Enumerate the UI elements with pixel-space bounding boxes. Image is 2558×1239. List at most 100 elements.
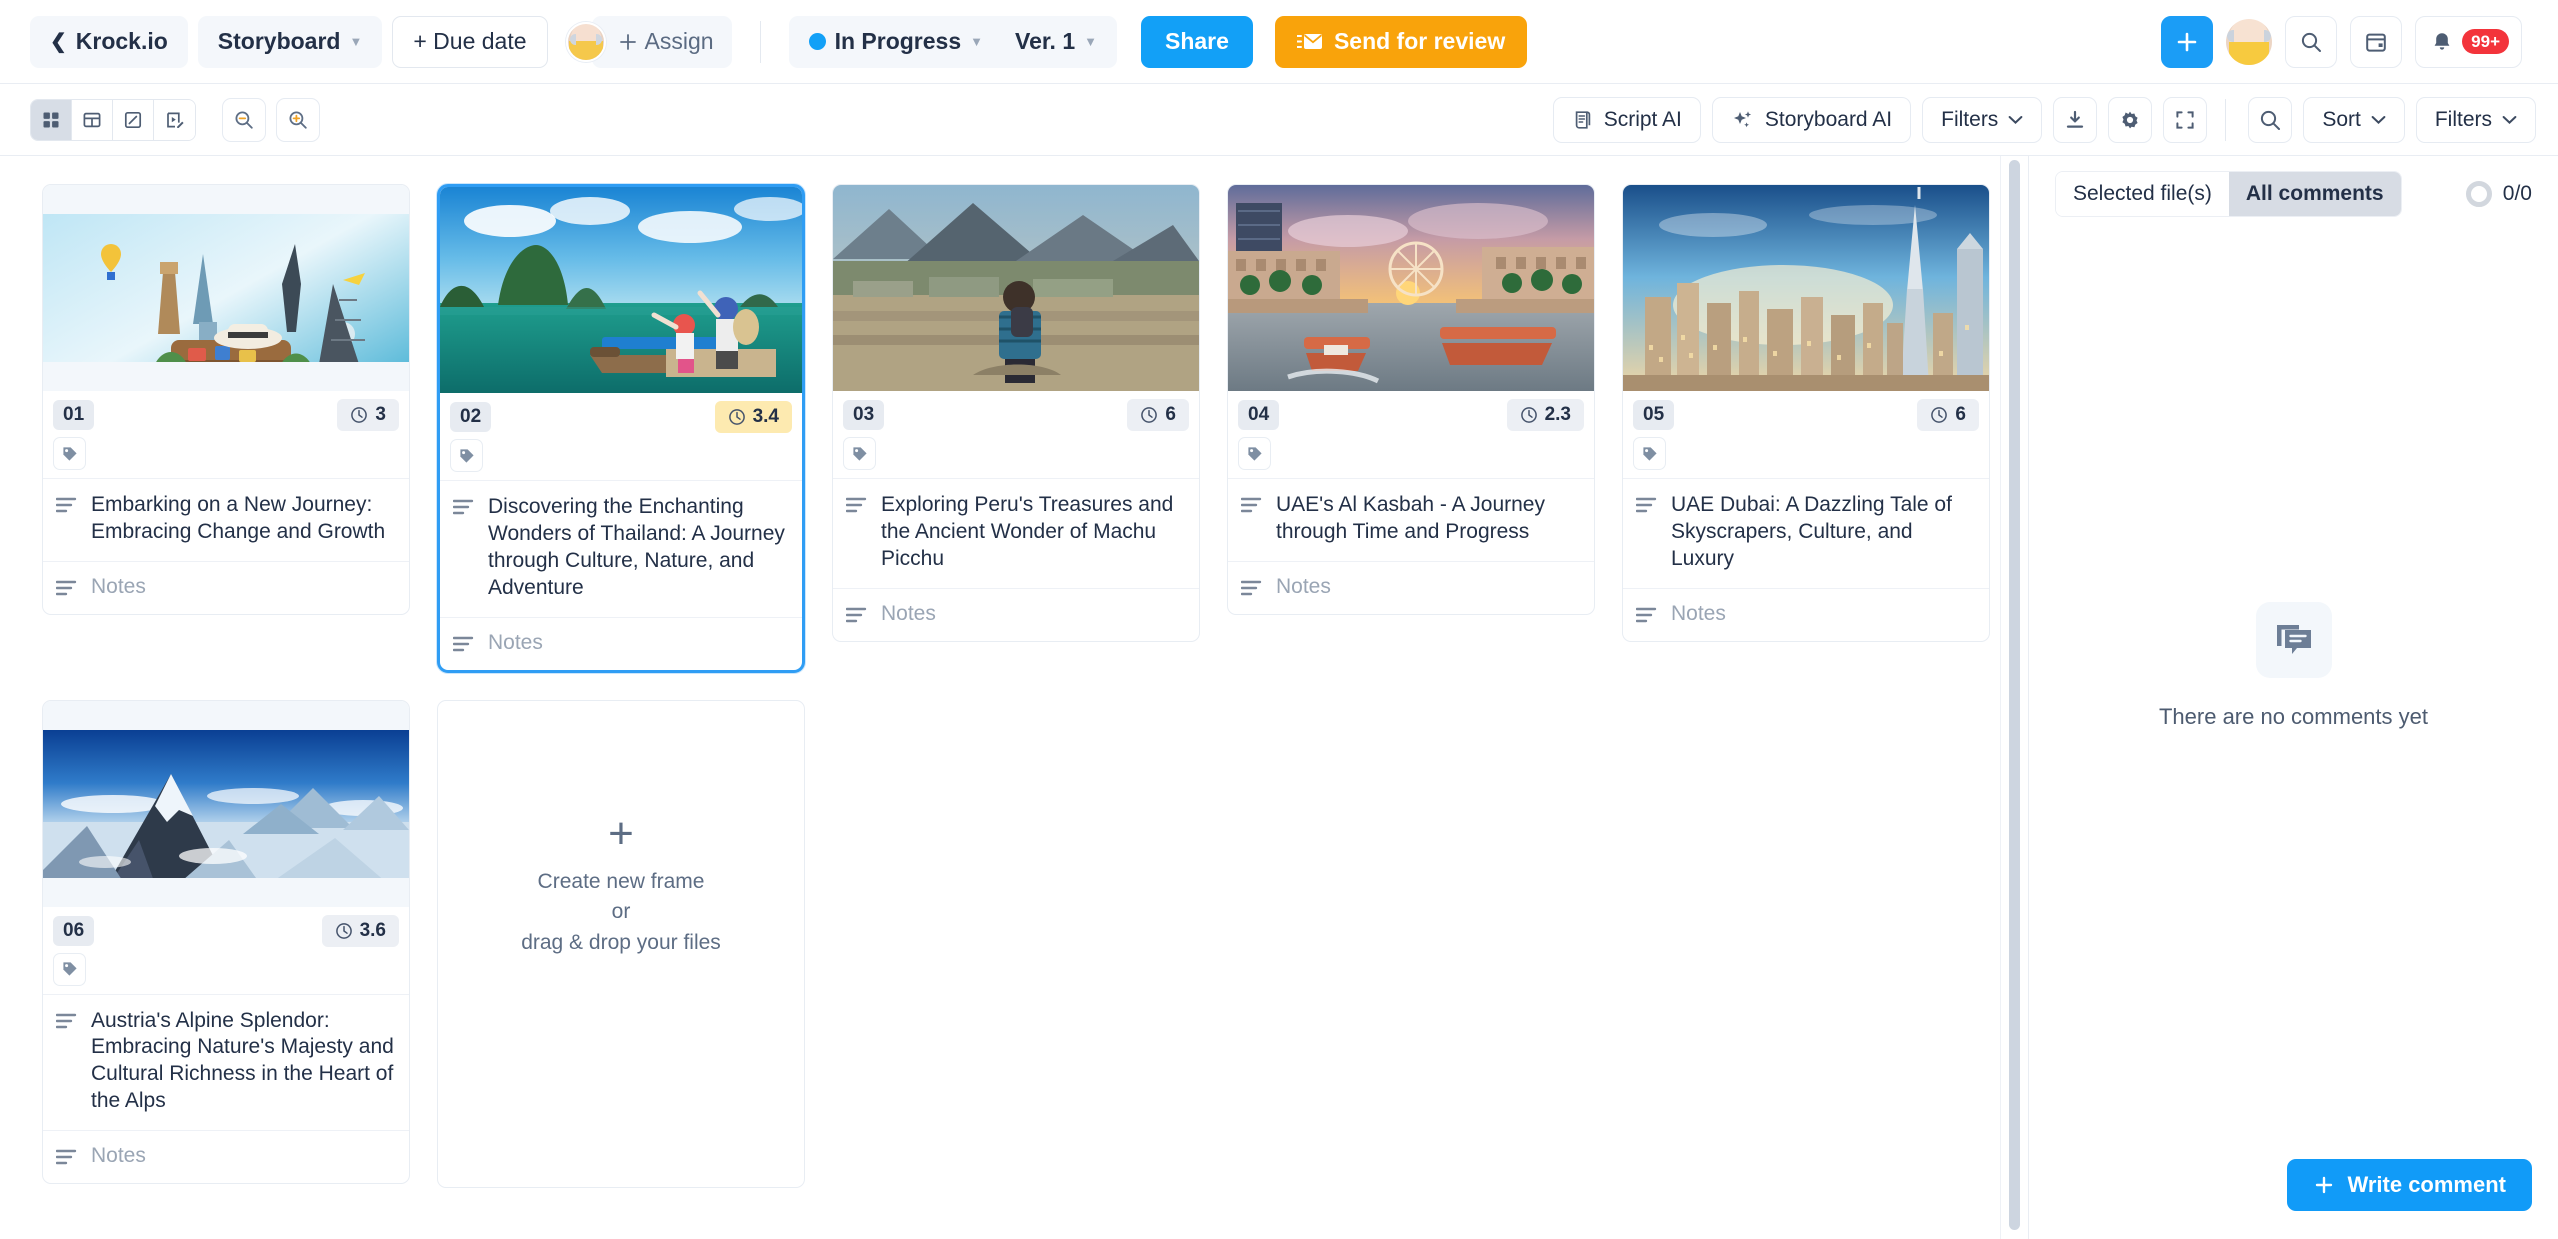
sort-label: Sort bbox=[2322, 107, 2361, 131]
script-ai-button[interactable]: Script AI bbox=[1552, 96, 1701, 143]
assign-button[interactable]: Assign bbox=[591, 15, 732, 68]
frame-thumbnail[interactable] bbox=[1228, 185, 1594, 391]
text-lines-icon bbox=[453, 499, 474, 515]
view-table-button[interactable] bbox=[72, 99, 113, 140]
due-date-button[interactable]: + Due date bbox=[392, 15, 548, 68]
frame-tag-button[interactable] bbox=[53, 437, 86, 470]
project-name-dropdown[interactable]: Storyboard ▼ bbox=[197, 15, 383, 68]
frame-duration-badge[interactable]: 2.3 bbox=[1506, 399, 1584, 431]
frame-duration-badge[interactable]: 6 bbox=[1127, 399, 1189, 431]
frame-title-row[interactable]: UAE's Al Kasbah - A Journey through Time… bbox=[1228, 479, 1594, 562]
frame-card[interactable]: 02 3.4 Discovering the Enchanting Wonder… bbox=[437, 184, 805, 673]
view-edit-button[interactable] bbox=[113, 99, 154, 140]
frame-card[interactable]: 04 2.3 UAE's Al Kasbah - A Journey throu… bbox=[1227, 184, 1595, 615]
add-button[interactable] bbox=[2161, 15, 2214, 68]
dropzone-line3: drag & drop your files bbox=[521, 930, 721, 954]
search-button[interactable] bbox=[2285, 15, 2338, 68]
view-grid-button[interactable] bbox=[31, 99, 72, 140]
send-for-review-button[interactable]: Send for review bbox=[1274, 15, 1528, 68]
frame-card[interactable]: 01 3 Embarking on a New Journey: Embraci… bbox=[42, 184, 410, 615]
frame-tag-button[interactable] bbox=[1238, 437, 1271, 470]
clock-icon bbox=[1931, 407, 1948, 423]
frame-duration-badge[interactable]: 3.6 bbox=[321, 914, 399, 947]
tag-icon bbox=[1642, 446, 1657, 461]
frame-title-row[interactable]: Embarking on a New Journey: Embracing Ch… bbox=[43, 479, 409, 562]
filters-label: Filters bbox=[1941, 107, 1999, 131]
due-date-label: + Due date bbox=[413, 28, 527, 54]
frame-thumbnail[interactable] bbox=[1623, 185, 1989, 391]
frame-duration-value: 6 bbox=[1955, 404, 1966, 425]
frame-thumbnail-image bbox=[440, 187, 802, 393]
frame-tag-button[interactable] bbox=[1633, 437, 1666, 470]
frame-notes-row[interactable]: Notes bbox=[43, 1131, 409, 1183]
frame-tag-button[interactable] bbox=[53, 952, 86, 986]
version-dropdown[interactable]: Ver. 1 ▼ bbox=[1001, 16, 1111, 68]
frame-card[interactable]: 05 6 UAE Dubai: A Dazzling Tale of Skysc… bbox=[1622, 184, 1990, 642]
download-button[interactable] bbox=[2053, 96, 2098, 143]
tab-all-comments[interactable]: All comments bbox=[2228, 172, 2401, 216]
chevron-left-icon: ❮ bbox=[50, 31, 67, 53]
comments-panel: Selected file(s) All comments 0/0 There … bbox=[2028, 156, 2558, 1239]
frame-duration-badge[interactable]: 3 bbox=[337, 399, 399, 431]
frame-title-row[interactable]: Discovering the Enchanting Wonders of Th… bbox=[440, 481, 802, 618]
chevron-down-icon bbox=[2502, 115, 2517, 124]
comments-search-button[interactable] bbox=[2248, 96, 2293, 143]
text-lines-icon bbox=[56, 1149, 77, 1165]
frame-title-row[interactable]: UAE Dubai: A Dazzling Tale of Skyscraper… bbox=[1623, 479, 1989, 589]
frame-duration-badge[interactable]: 6 bbox=[1917, 399, 1979, 431]
frame-thumbnail[interactable] bbox=[43, 700, 409, 907]
settings-button[interactable] bbox=[2108, 96, 2153, 143]
calendar-icon bbox=[2366, 33, 2386, 52]
frame-card[interactable]: 06 3.6 Austria's Alpine Splendor: Embrac… bbox=[42, 699, 410, 1184]
tab-selected-files[interactable]: Selected file(s) bbox=[2056, 172, 2229, 216]
fullscreen-button[interactable] bbox=[2163, 96, 2208, 143]
frame-notes-row[interactable]: Notes bbox=[833, 589, 1199, 641]
frame-title-row[interactable]: Austria's Alpine Splendor: Embracing Nat… bbox=[43, 995, 409, 1131]
frame-notes-row[interactable]: Notes bbox=[1228, 562, 1594, 614]
user-avatar[interactable] bbox=[2226, 18, 2273, 65]
comments-filters-dropdown[interactable]: Filters bbox=[2415, 96, 2536, 143]
calendar-button[interactable] bbox=[2350, 15, 2403, 68]
frame-tag-button[interactable] bbox=[450, 439, 483, 472]
frame-title: UAE's Al Kasbah - A Journey through Time… bbox=[1276, 493, 1545, 543]
frame-title-row[interactable]: Exploring Peru's Treasures and the Ancie… bbox=[833, 479, 1199, 589]
frame-meta-row: 05 6 bbox=[1633, 399, 1979, 431]
status-dropdown[interactable]: In Progress ▼ bbox=[795, 16, 997, 68]
notifications-button[interactable]: 99+ bbox=[2415, 15, 2522, 68]
frame-meta: 05 6 bbox=[1623, 391, 1989, 479]
tag-icon bbox=[62, 446, 77, 461]
view-storyboard-edit-button[interactable] bbox=[154, 99, 195, 140]
send-review-label: Send for review bbox=[1333, 28, 1506, 54]
chevron-down-icon bbox=[2371, 115, 2386, 124]
script-ai-label: Script AI bbox=[1603, 107, 1682, 131]
frame-card[interactable]: 03 6 Exploring Peru's Treasures and the … bbox=[832, 184, 1200, 642]
frame-thumbnail[interactable] bbox=[43, 185, 409, 391]
storyboard-ai-button[interactable]: Storyboard AI bbox=[1711, 96, 1912, 143]
frame-title: Discovering the Enchanting Wonders of Th… bbox=[488, 495, 785, 599]
download-icon bbox=[2067, 110, 2084, 128]
comments-sort-dropdown[interactable]: Sort bbox=[2303, 96, 2405, 143]
canvas-scrollbar[interactable] bbox=[2000, 156, 2028, 1239]
write-comment-button[interactable]: Write comment bbox=[2287, 1159, 2532, 1211]
frame-notes-row[interactable]: Notes bbox=[440, 618, 802, 670]
frame-number: 05 bbox=[1633, 400, 1675, 430]
avatar[interactable] bbox=[565, 21, 606, 62]
share-button[interactable]: Share bbox=[1141, 15, 1253, 68]
frame-grid: 01 3 Embarking on a New Journey: Embraci… bbox=[42, 184, 2000, 1188]
frame-meta-row: 06 3.6 bbox=[53, 914, 399, 947]
frame-meta: 04 2.3 bbox=[1228, 391, 1594, 479]
scrollbar-thumb[interactable] bbox=[2009, 160, 2020, 1230]
zoom-out-button[interactable] bbox=[222, 97, 266, 142]
frame-notes-row[interactable]: Notes bbox=[43, 562, 409, 614]
frame-duration-badge[interactable]: 3.4 bbox=[714, 401, 792, 433]
frame-thumbnail[interactable] bbox=[833, 185, 1199, 391]
filters-dropdown[interactable]: Filters bbox=[1922, 96, 2043, 143]
frame-tag-button[interactable] bbox=[843, 437, 876, 470]
create-frame-dropzone[interactable]: + Create new frame or drag & drop your f… bbox=[437, 699, 805, 1188]
frame-notes-row[interactable]: Notes bbox=[1623, 589, 1989, 641]
frame-thumbnail[interactable] bbox=[440, 187, 802, 393]
frame-title: UAE Dubai: A Dazzling Tale of Skyscraper… bbox=[1671, 493, 1952, 570]
zoom-in-button[interactable] bbox=[276, 97, 320, 142]
back-to-krock-button[interactable]: ❮ Krock.io bbox=[30, 15, 188, 68]
main-body: 01 3 Embarking on a New Journey: Embraci… bbox=[0, 156, 2558, 1239]
